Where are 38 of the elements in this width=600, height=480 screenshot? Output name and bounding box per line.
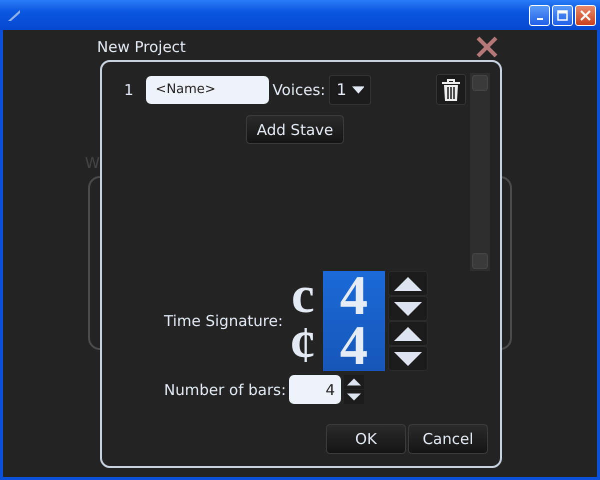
decrease-button[interactable] [388,296,428,321]
time-symbol: ¢ [288,321,317,371]
name-field[interactable]: <Name> [146,76,269,104]
trash-icon [441,78,461,102]
stave-number: 1 [124,80,134,98]
minimize-button[interactable] [529,4,550,26]
down-arrow-icon [347,393,361,401]
up-arrow-icon [394,276,422,290]
dialog-title: New Project [97,38,186,56]
up-arrow-icon [394,326,422,340]
add-stave-button[interactable]: Add Stave [246,115,344,144]
time-symbol: c [290,271,316,321]
up-arrow-icon [347,378,361,386]
increase-button[interactable] [344,375,364,389]
voices-dropdown[interactable]: 1 [329,74,372,104]
down-arrow-icon [394,352,422,366]
maximize-button[interactable] [552,4,573,26]
dialog-button[interactable]: Cancel [408,424,488,454]
maximize-icon [557,10,568,20]
voices-label: Voices: [272,80,326,98]
close-button[interactable] [575,4,596,26]
increase-button[interactable] [388,271,428,296]
dialog-button[interactable]: OK [326,424,406,454]
close-icon [580,10,591,20]
decrease-button[interactable] [344,390,364,404]
minimize-icon [536,18,542,20]
increase-button[interactable] [388,321,428,346]
time-value: 4 [338,321,369,371]
bars-label: Number of bars: [164,380,286,398]
close-icon[interactable] [476,36,498,58]
app-icon [6,7,22,23]
bars-field[interactable]: 4 [289,375,341,404]
time-signature-label: Time Signature: [164,312,283,330]
caret-icon [352,86,364,94]
delete-button[interactable] [436,74,466,105]
decrease-button[interactable] [388,346,428,371]
time-value: 4 [338,271,369,321]
down-arrow-icon [394,302,422,316]
